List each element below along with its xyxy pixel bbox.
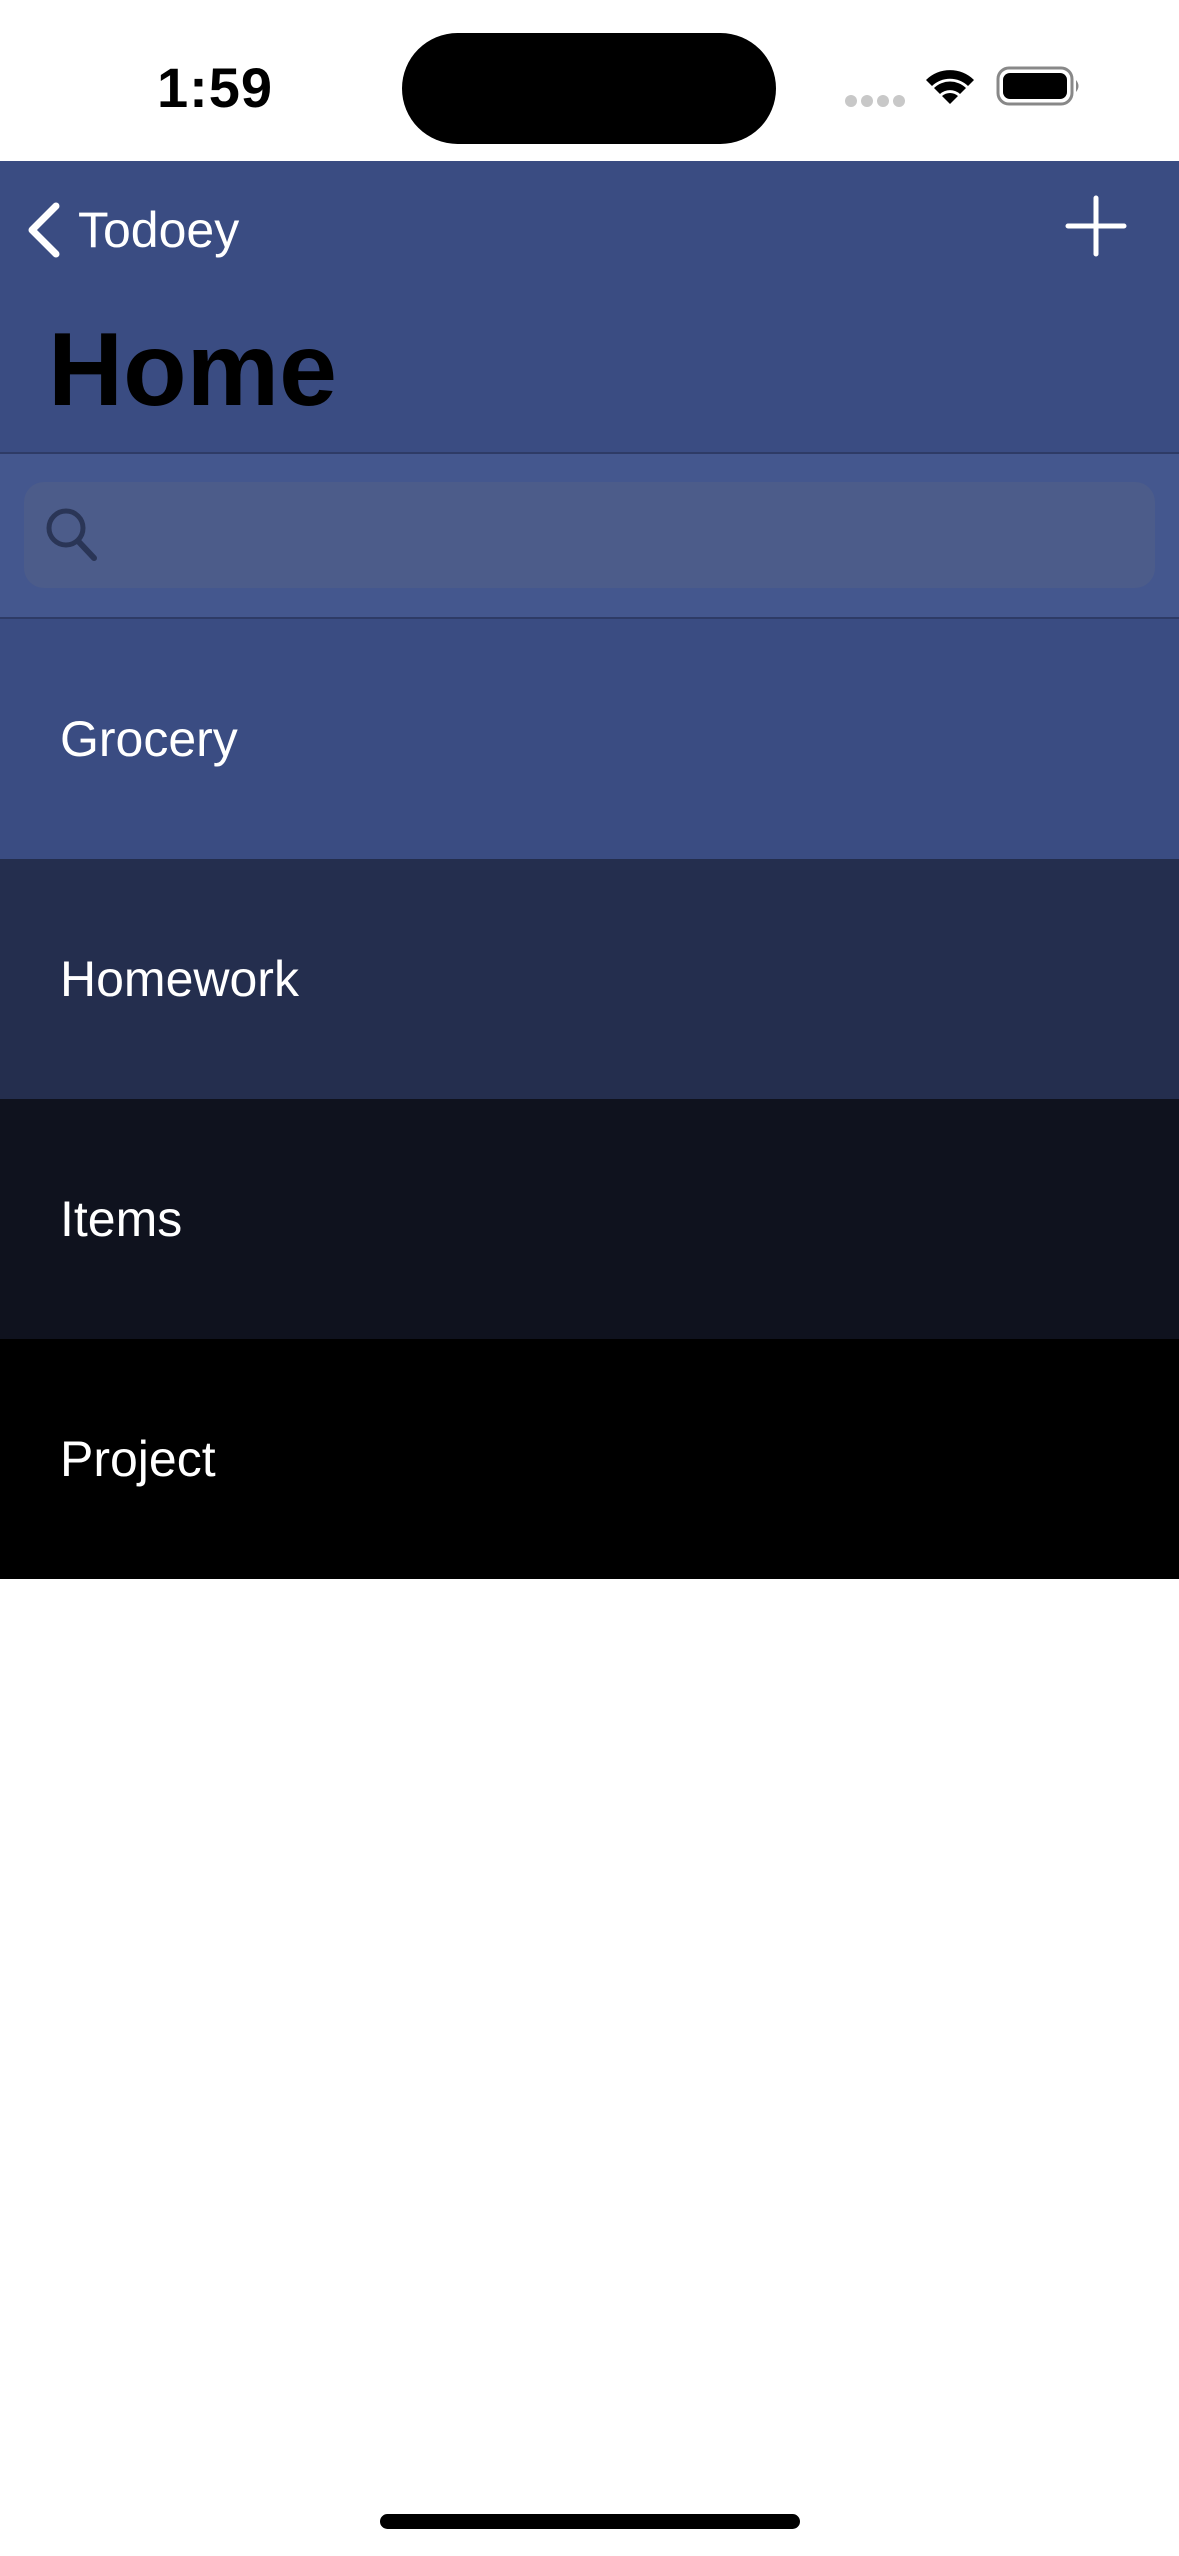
wifi-icon [926,70,974,104]
cellular-signal-icon [845,95,905,107]
back-button[interactable]: Todoey [22,190,272,270]
status-time: 1:59 [156,56,274,119]
list-item-label: Project [60,1431,216,1487]
back-chevron-icon [28,202,60,258]
screen: 1:59 Todoey Home Grocery Homework Items … [0,0,1179,2556]
list-item-label: Grocery [60,711,238,767]
list-item[interactable]: Items [0,1099,1179,1339]
back-button-label: Todoey [78,202,240,258]
list-item[interactable]: Grocery [0,619,1179,859]
dynamic-island [402,33,776,144]
list-item-label: Homework [60,951,299,1007]
status-bar: 1:59 [0,0,1179,161]
page-title: Home [48,312,337,428]
search-input[interactable] [110,482,1140,588]
home-indicator[interactable] [380,2514,800,2529]
list-item[interactable]: Project [0,1339,1179,1579]
battery-icon [996,66,1079,106]
list-item-label: Items [60,1191,183,1247]
list-item[interactable]: Homework [0,859,1179,1099]
plus-icon[interactable] [1060,190,1132,262]
search-icon [46,508,97,561]
